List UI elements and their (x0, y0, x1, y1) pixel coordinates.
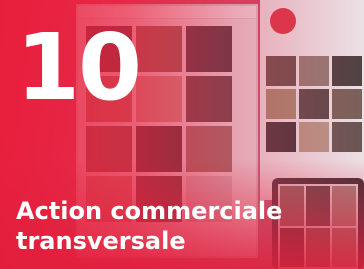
card-title[interactable]: Action commerciale transversale (16, 196, 364, 256)
article-card[interactable]: 10 Action commerciale transversale (0, 0, 364, 269)
card-number: 10 (16, 14, 142, 121)
card-title-line-2: transversale (16, 227, 186, 255)
card-title-line-1: Action commerciale (16, 197, 283, 225)
